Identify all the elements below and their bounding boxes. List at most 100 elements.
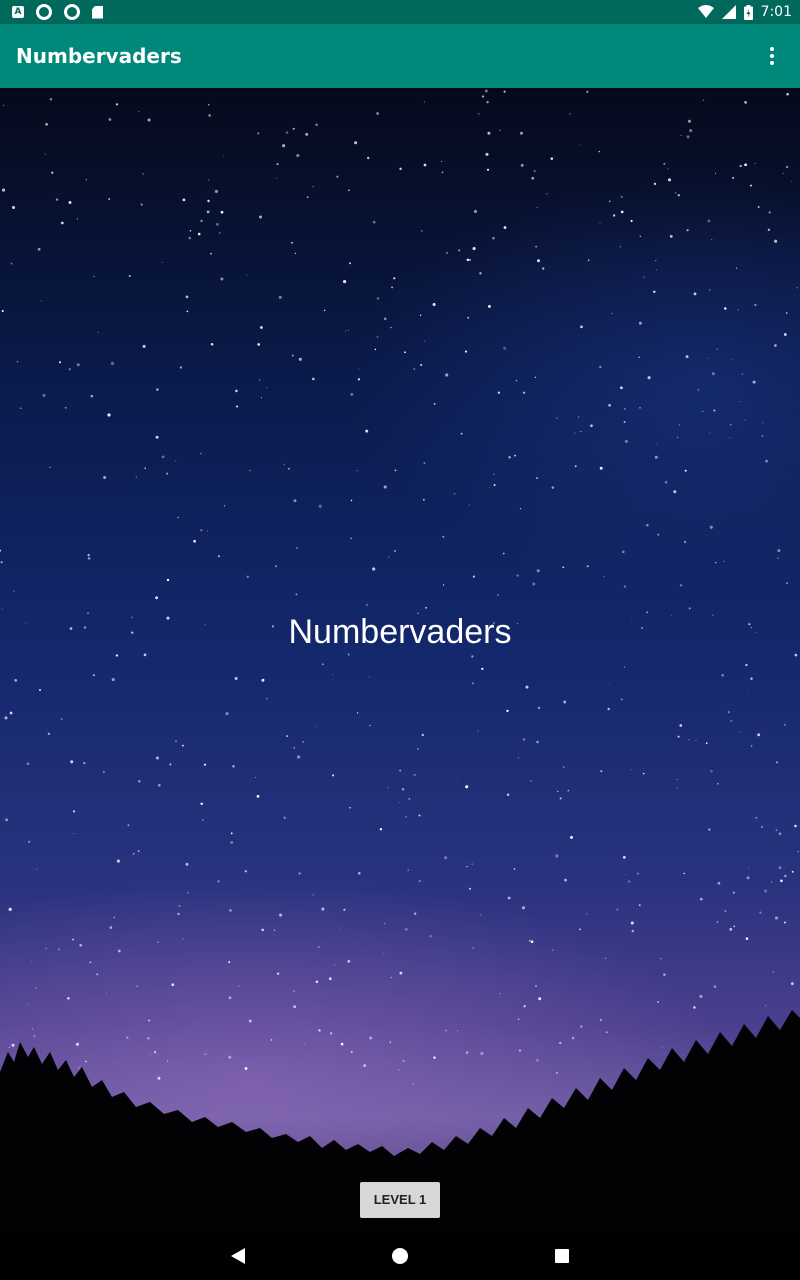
star (499, 129, 501, 131)
star (155, 435, 159, 439)
star (115, 103, 119, 106)
star (413, 368, 416, 371)
star (472, 682, 474, 685)
star (517, 757, 520, 759)
star (744, 419, 746, 421)
back-icon[interactable] (226, 1244, 250, 1268)
star (677, 194, 680, 197)
star (580, 325, 583, 329)
star (657, 533, 660, 536)
level-1-button[interactable]: LEVEL 1 (360, 1182, 440, 1218)
star (291, 241, 293, 244)
star (623, 421, 626, 423)
star (161, 262, 163, 264)
star (497, 594, 499, 596)
star (467, 316, 470, 319)
star (446, 251, 448, 254)
star (791, 870, 794, 873)
navigation-bar (0, 1232, 800, 1280)
star (405, 816, 407, 818)
star (646, 524, 649, 527)
star (623, 666, 625, 668)
star (421, 733, 425, 737)
star (556, 417, 558, 419)
star (762, 422, 764, 424)
star (664, 480, 668, 484)
star (471, 863, 473, 865)
star (368, 676, 370, 678)
star (693, 292, 697, 296)
star (210, 252, 212, 255)
star (616, 908, 619, 911)
star (185, 295, 189, 299)
star (279, 913, 283, 917)
star (550, 157, 554, 160)
star (0, 561, 3, 564)
star (777, 557, 779, 559)
star (103, 476, 107, 479)
star (312, 377, 315, 381)
star (460, 432, 463, 435)
star (481, 667, 484, 671)
star (417, 748, 419, 750)
star (323, 309, 326, 312)
star (735, 267, 738, 269)
recents-icon[interactable] (550, 1244, 574, 1268)
star (653, 290, 656, 293)
app-title: Numbervaders (16, 44, 182, 68)
star (630, 769, 632, 771)
star (283, 463, 286, 466)
star (229, 909, 232, 912)
star (721, 674, 724, 677)
star (752, 380, 756, 384)
star (508, 456, 511, 459)
star (200, 529, 203, 532)
star (579, 928, 582, 931)
star (13, 590, 15, 592)
star (138, 780, 141, 783)
star (76, 363, 80, 367)
star (401, 788, 405, 791)
star (418, 880, 421, 883)
star (358, 368, 360, 370)
star (503, 226, 507, 229)
more-vertical-icon[interactable] (760, 44, 784, 68)
star (298, 357, 302, 361)
star (630, 921, 634, 925)
star (321, 907, 325, 911)
star (421, 230, 423, 232)
star (423, 101, 425, 103)
star (729, 437, 731, 439)
star (425, 606, 427, 609)
star (49, 466, 51, 469)
star (757, 205, 760, 209)
star (142, 344, 146, 348)
star (754, 162, 756, 165)
star (746, 876, 750, 880)
star (697, 388, 700, 391)
star (51, 171, 54, 174)
star (783, 723, 786, 726)
star (765, 459, 768, 463)
star (466, 258, 470, 262)
star (684, 469, 687, 472)
star (92, 674, 95, 677)
star (182, 198, 186, 202)
star (365, 429, 369, 433)
star (744, 101, 747, 104)
star (350, 393, 354, 396)
star (235, 405, 239, 408)
star (347, 329, 349, 331)
star (45, 947, 48, 950)
star (663, 162, 666, 165)
star (466, 865, 468, 868)
star (207, 530, 209, 532)
home-icon[interactable] (388, 1244, 412, 1268)
star (366, 156, 370, 160)
star (506, 793, 509, 796)
star (503, 346, 507, 350)
star (90, 394, 94, 398)
star (702, 99, 705, 102)
star (338, 927, 340, 929)
star (667, 178, 672, 182)
